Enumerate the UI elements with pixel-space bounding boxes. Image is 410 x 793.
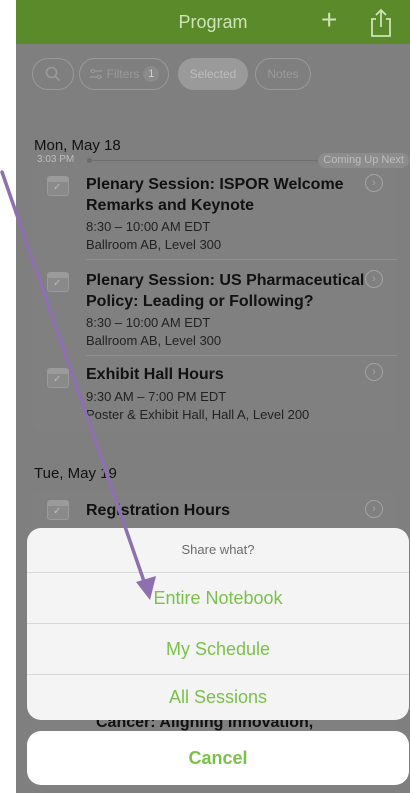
filters-button[interactable]: Filters 1 <box>79 58 169 90</box>
session-title: Plenary Session: ISPOR Welcome Remarks a… <box>86 176 344 214</box>
day-header-may-19: Tue, May 19 <box>34 465 117 482</box>
calendar-check-icon <box>47 176 69 196</box>
session-row[interactable]: Registration Hours › <box>32 490 397 530</box>
selected-button[interactable]: Selected <box>178 58 248 90</box>
coming-up-next-badge: Coming Up Next <box>318 153 409 168</box>
chevron-right-icon[interactable]: › <box>365 363 383 381</box>
session-card-may-18: Plenary Session: ISPOR Welcome Remarks a… <box>32 164 397 432</box>
session-title: Plenary Session: US Pharmaceutical Polic… <box>86 272 365 310</box>
search-icon <box>45 66 61 82</box>
chevron-right-icon[interactable]: › <box>365 174 383 192</box>
share-action-sheet: Share what? Entire Notebook My Schedule … <box>27 528 409 720</box>
calendar-check-icon <box>47 368 69 388</box>
chevron-right-icon[interactable]: › <box>365 270 383 288</box>
my-schedule-option[interactable]: My Schedule <box>27 624 409 674</box>
session-row[interactable]: Plenary Session: US Pharmaceutical Polic… <box>32 260 397 357</box>
sliders-icon <box>89 69 102 79</box>
cancel-button[interactable]: Cancel <box>27 731 409 785</box>
current-time-label: 3:03 PM <box>37 154 75 165</box>
page-title: Program <box>178 12 248 32</box>
action-sheet-title: Share what? <box>181 542 255 557</box>
day-header-may-18: Mon, May 18 <box>34 137 121 154</box>
session-row[interactable]: Exhibit Hall Hours 9:30 AM – 7:00 PM EDT… <box>32 356 397 432</box>
share-icon[interactable] <box>368 8 394 38</box>
session-row[interactable]: Plenary Session: ISPOR Welcome Remarks a… <box>32 164 397 259</box>
session-title: Registration Hours <box>86 502 231 519</box>
notes-button[interactable]: Notes <box>255 58 311 90</box>
filters-count-badge: 1 <box>143 66 160 82</box>
session-title: Exhibit Hall Hours <box>86 366 224 383</box>
session-time: 8:30 – 10:00 AM EDT <box>86 219 211 234</box>
session-location: Poster & Exhibit Hall, Hall A, Level 200 <box>86 407 310 422</box>
current-time-indicator: 3:03 PM Coming Up Next <box>33 153 410 169</box>
nav-bar: Program + <box>16 0 410 44</box>
filters-label: Filters <box>106 67 140 81</box>
phone-screen: Program + Filters 1 Selected Notes Mon, <box>16 0 410 793</box>
all-sessions-option[interactable]: All Sessions <box>27 675 409 720</box>
entire-notebook-option[interactable]: Entire Notebook <box>27 573 409 623</box>
session-location: Ballroom AB, Level 300 <box>86 333 222 348</box>
search-button[interactable] <box>32 58 74 90</box>
chevron-right-icon[interactable]: › <box>365 500 383 518</box>
calendar-check-icon <box>47 272 69 292</box>
add-button[interactable]: + <box>321 6 337 34</box>
calendar-check-icon <box>47 500 69 520</box>
session-location: Ballroom AB, Level 300 <box>86 237 222 252</box>
session-time: 9:30 AM – 7:00 PM EDT <box>86 389 227 404</box>
session-time: 8:30 – 10:00 AM EDT <box>86 315 211 330</box>
filter-toolbar: Filters 1 Selected Notes <box>16 44 410 106</box>
